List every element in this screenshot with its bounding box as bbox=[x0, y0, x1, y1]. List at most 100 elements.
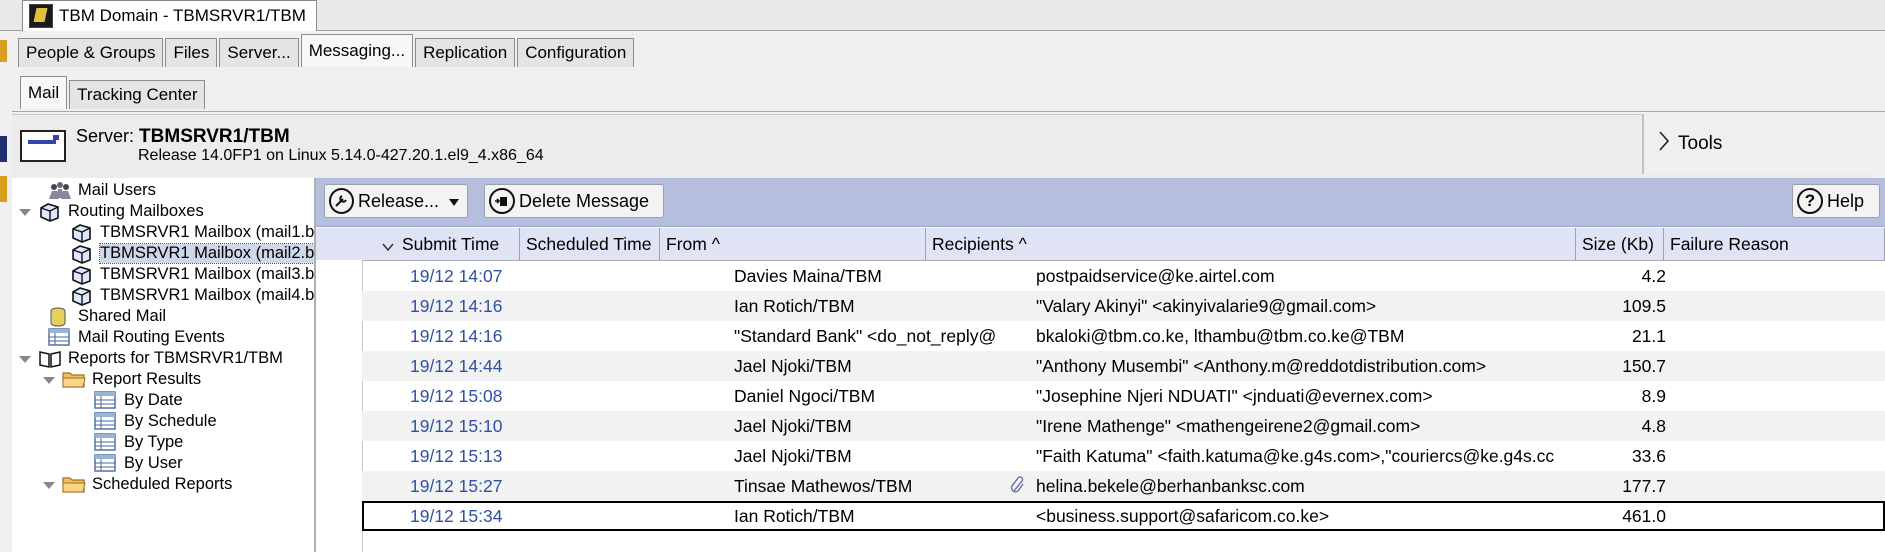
view-icon bbox=[94, 453, 118, 474]
table-row[interactable]: 19/12 15:10 Jael Njoki/TBM "Irene Mathenge… bbox=[362, 411, 1885, 441]
help-button[interactable]: ? Help bbox=[1792, 184, 1880, 218]
sub-tabs: Mail Tracking Center bbox=[20, 76, 207, 109]
size-cell: 150.7 bbox=[1622, 356, 1666, 376]
wrench-icon bbox=[329, 188, 354, 214]
nav-item-label: Routing Mailboxes bbox=[68, 202, 204, 220]
column-header-label: Submit Time bbox=[402, 233, 500, 254]
subtab-tracking-center[interactable]: Tracking Center bbox=[69, 80, 206, 109]
row-gutter bbox=[316, 260, 363, 552]
delete-message-button[interactable]: Delete Message bbox=[484, 184, 664, 218]
from-cell: Ian Rotich/TBM bbox=[734, 506, 855, 526]
tab-people-groups[interactable]: People & Groups bbox=[18, 38, 164, 67]
caret-down-icon bbox=[449, 191, 459, 212]
table-row[interactable]: 19/12 15:27 Tinsae Mathewos/TBM helina.bek… bbox=[362, 471, 1885, 501]
nav-item-label: By Date bbox=[124, 391, 183, 409]
window-tab-title: TBM Domain - TBMSRVR1/TBM bbox=[59, 6, 306, 25]
nav-item-label: Scheduled Reports bbox=[92, 475, 233, 493]
delete-message-label: Delete Message bbox=[519, 190, 650, 211]
column-header-1[interactable]: Scheduled Time bbox=[520, 228, 660, 260]
column-header-5[interactable]: Failure Reason bbox=[1664, 228, 1885, 260]
action-bar: Release... Delete Message ? Help bbox=[316, 178, 1885, 227]
expand-twisty-icon[interactable] bbox=[42, 478, 56, 492]
chevron-right-icon bbox=[1658, 130, 1670, 158]
expand-twisty-icon[interactable] bbox=[18, 352, 32, 366]
nav-item-label: TBMSRVR1 Mailbox (mail1.b bbox=[100, 223, 315, 241]
tab-server[interactable]: Server... bbox=[219, 38, 299, 67]
release-button[interactable]: Release... bbox=[324, 184, 468, 218]
table-row[interactable]: 19/12 14:07 Davies Maina/TBM postpaidservi… bbox=[362, 261, 1885, 291]
edge-icon bbox=[0, 136, 7, 162]
server-prefix: Server: bbox=[76, 126, 135, 146]
folder-icon bbox=[62, 370, 86, 390]
edge-icon bbox=[0, 176, 7, 202]
mailbox-icon bbox=[70, 244, 94, 264]
recipients-cell: helina.bekele@berhanbanksc.com bbox=[1036, 476, 1305, 496]
recipients-cell: "Anthony Musembi" <Anthony.m@reddotdistr… bbox=[1036, 356, 1487, 376]
paperclip-icon bbox=[1010, 471, 1030, 501]
column-header-label: Recipients ^ bbox=[932, 233, 1027, 254]
navigator-tree: Mail Users Routing Mailboxes TBMSRVR1 Mail… bbox=[12, 178, 316, 552]
view-icon bbox=[94, 432, 118, 453]
tools-button[interactable]: Tools bbox=[1642, 114, 1885, 174]
size-cell: 4.8 bbox=[1641, 416, 1666, 436]
divider bbox=[12, 111, 1885, 112]
nav-item-label: By Type bbox=[124, 433, 184, 451]
expand-twisty-icon[interactable] bbox=[42, 373, 56, 387]
mailbox-icon bbox=[70, 286, 94, 306]
column-header-4[interactable]: Size (Kb) bbox=[1576, 228, 1664, 260]
table-row[interactable]: 19/12 14:16 Ian Rotich/TBM "Valary Akinyi"… bbox=[362, 291, 1885, 321]
database-icon bbox=[48, 307, 72, 327]
table-row[interactable]: 19/12 14:44 Jael Njoki/TBM "Anthony Musemb… bbox=[362, 351, 1885, 381]
book-icon bbox=[38, 349, 62, 369]
nav-item-label: TBMSRVR1 Mailbox (mail3.b bbox=[100, 265, 315, 283]
view-icon bbox=[94, 411, 118, 432]
tab-messaging[interactable]: Messaging... bbox=[300, 34, 414, 67]
tab-configuration[interactable]: Configuration bbox=[517, 38, 635, 67]
tab-replication[interactable]: Replication bbox=[415, 38, 516, 67]
submit-time-cell: 19/12 15:34 bbox=[410, 506, 503, 526]
recipients-cell: "Josephine Njeri NDUATI" <jnduati@everne… bbox=[1036, 386, 1433, 406]
column-header-label: Failure Reason bbox=[1670, 233, 1789, 254]
column-header-0[interactable]: Submit Time bbox=[362, 228, 520, 260]
recipients-cell: bkaloki@tbm.co.ke, lthambu@tbm.co.ke@TBM bbox=[1036, 326, 1405, 346]
mailbox-icon bbox=[70, 265, 94, 285]
size-cell: 109.5 bbox=[1622, 296, 1666, 316]
tab-files[interactable]: Files bbox=[165, 38, 218, 67]
recipients-cell: "Irene Mathenge" <mathengeirene2@gmail.c… bbox=[1036, 416, 1421, 436]
view-icon bbox=[48, 327, 72, 348]
recipients-cell: "Valary Akinyi" <akinyivalarie9@gmail.co… bbox=[1036, 296, 1377, 316]
server-icon bbox=[20, 130, 66, 162]
subtab-mail[interactable]: Mail bbox=[20, 76, 68, 109]
mailbox-icon bbox=[38, 202, 62, 222]
window-tab[interactable]: TBM Domain - TBMSRVR1/TBM bbox=[22, 0, 317, 31]
from-cell: Tinsae Mathewos/TBM bbox=[734, 476, 913, 496]
submit-time-cell: 19/12 14:16 bbox=[410, 326, 503, 346]
help-icon: ? bbox=[1797, 188, 1823, 214]
size-cell: 461.0 bbox=[1622, 506, 1666, 526]
expand-twisty-icon[interactable] bbox=[18, 205, 32, 219]
users-icon bbox=[48, 181, 72, 201]
size-cell: 33.6 bbox=[1631, 446, 1666, 466]
from-cell: Jael Njoki/TBM bbox=[734, 446, 852, 466]
column-header-2[interactable]: From ^ bbox=[660, 228, 926, 260]
table-row[interactable]: 19/12 15:34 Ian Rotich/TBM <business.suppo… bbox=[362, 501, 1885, 531]
column-header-label: From ^ bbox=[666, 233, 720, 254]
column-header-label: Scheduled Time bbox=[526, 233, 652, 254]
server-name: TBMSRVR1/TBM bbox=[139, 126, 290, 147]
delete-icon bbox=[489, 188, 515, 214]
size-cell: 8.9 bbox=[1641, 386, 1666, 406]
column-header-label: Size (Kb) bbox=[1582, 233, 1654, 254]
nav-item[interactable]: Scheduled Reports bbox=[42, 472, 232, 497]
recipients-cell: "Faith Katuma" <faith.katuma@ke.g4s.com>… bbox=[1036, 446, 1555, 466]
folder-icon bbox=[62, 475, 86, 495]
table-row[interactable]: 19/12 15:13 Jael Njoki/TBM "Faith Katuma" … bbox=[362, 441, 1885, 471]
nav-item-label: Mail Routing Events bbox=[78, 328, 225, 346]
column-header-3[interactable]: Recipients ^ bbox=[926, 228, 1576, 260]
mailbox-icon bbox=[70, 223, 94, 243]
submit-time-cell: 19/12 15:27 bbox=[410, 476, 503, 496]
server-title: Server: TBMSRVR1/TBM bbox=[76, 126, 290, 148]
table-row[interactable]: 19/12 14:16 "Standard Bank" <do_not_reply… bbox=[362, 321, 1885, 351]
main-tabs: People & Groups Files Server... Messaging..… bbox=[18, 34, 636, 67]
table-row[interactable]: 19/12 15:08 Daniel Ngoci/TBM "Josephine Nj… bbox=[362, 381, 1885, 411]
from-cell: Davies Maina/TBM bbox=[734, 266, 882, 286]
